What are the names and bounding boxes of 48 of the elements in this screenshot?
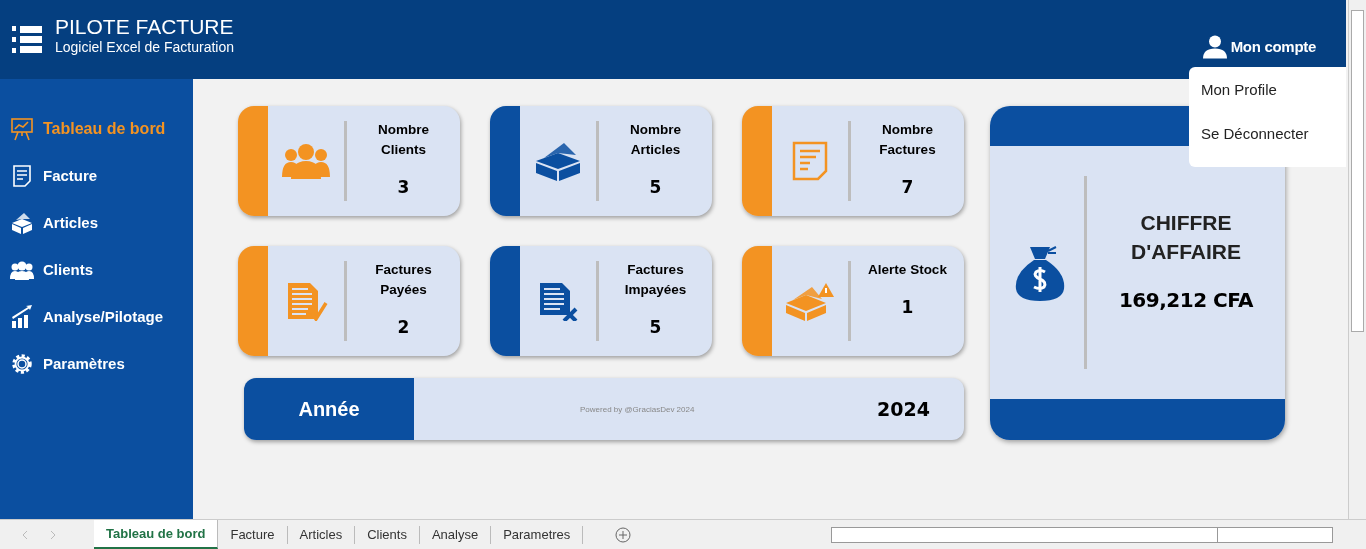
menu-item[interactable]: Mon Profile — [1189, 73, 1346, 117]
sheet-tab[interactable]: Tableau de bord — [94, 520, 219, 549]
sheet-tab[interactable]: Clients — [355, 525, 420, 544]
sidebar-item[interactable]: Articles — [0, 199, 193, 246]
box-icon — [534, 141, 582, 181]
user-icon — [1202, 34, 1227, 59]
menu-icon[interactable] — [12, 24, 42, 55]
app-title: PILOTE FACTURE — [55, 14, 234, 39]
sheet-tab[interactable]: Parametres — [491, 525, 584, 544]
year-value: 2024 — [877, 398, 930, 420]
easel-icon — [10, 116, 34, 141]
card-title: Nombre Factures — [878, 121, 937, 159]
box-icon — [10, 210, 34, 235]
vertical-scrollbar[interactable] — [1348, 0, 1366, 519]
card-value: 5 — [649, 317, 662, 337]
card-value: 1 — [901, 297, 914, 317]
sheet-tab[interactable]: Articles — [287, 525, 356, 544]
document-icon — [10, 163, 34, 188]
card-title: Nombre Clients — [377, 121, 430, 159]
year-label: Année — [244, 378, 414, 440]
sidebar-item[interactable]: Clients — [0, 246, 193, 293]
card-value: 2 — [397, 317, 410, 337]
card-title: Factures Payées — [374, 261, 433, 299]
add-sheet-icon[interactable] — [615, 526, 632, 543]
horizontal-scrollbar[interactable] — [831, 526, 1334, 543]
next-sheet-icon[interactable] — [50, 530, 56, 539]
card-title: Alerte Stock — [867, 261, 948, 279]
settings-icon — [10, 351, 34, 376]
box-warning-icon — [786, 281, 834, 321]
card-value: 5 — [649, 177, 662, 197]
sidebar-item[interactable]: Paramètres — [0, 340, 193, 387]
sheet-tab[interactable]: Analyse — [419, 525, 492, 544]
credit-text: Powered by @GraciasDev 2024 — [580, 404, 695, 414]
sheet-tab[interactable]: Facture — [218, 525, 288, 544]
app-subtitle: Logiciel Excel de Facturation — [55, 38, 234, 55]
revenue-title: CHIFFRE D'AFFAIRE — [1130, 210, 1242, 265]
revenue-value: 169,212 CFA — [1118, 288, 1254, 312]
card-value: 7 — [901, 177, 914, 197]
prev-sheet-icon[interactable] — [22, 530, 28, 539]
sidebar-item[interactable]: Analyse/Pilotage — [0, 293, 193, 340]
sidebar-item[interactable]: Facture — [0, 152, 193, 199]
people-icon — [282, 141, 330, 181]
card-title: Factures Impayées — [623, 261, 688, 299]
menu-item[interactable]: Se Déconnecter — [1189, 117, 1346, 161]
account-button[interactable]: Mon compte — [1202, 34, 1316, 59]
card-title: Nombre Articles — [629, 121, 682, 159]
card-value: 3 — [397, 177, 410, 197]
bar-chart-icon — [10, 304, 34, 329]
